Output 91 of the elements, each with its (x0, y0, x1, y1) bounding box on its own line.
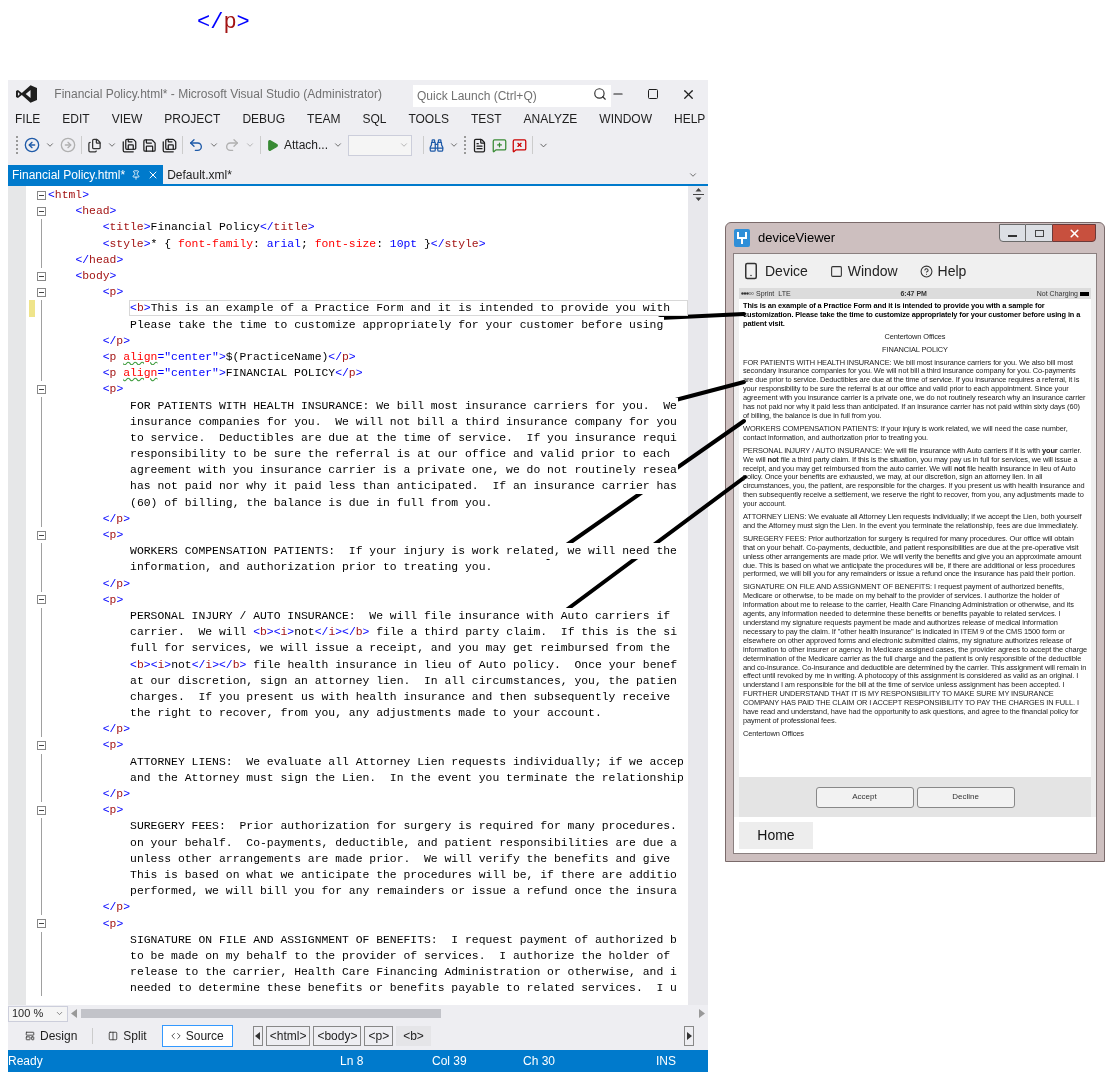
scroll-left-button[interactable] (252, 1026, 263, 1046)
attach-button[interactable]: Attach... (284, 136, 329, 154)
menu-item[interactable]: SQL (362, 110, 387, 128)
dropdown-field[interactable] (348, 134, 413, 156)
play-icon[interactable] (266, 138, 279, 152)
menu-item[interactable]: FILE (15, 110, 41, 128)
layout-icon[interactable] (25, 1031, 35, 1041)
minimize-button[interactable] (999, 224, 1026, 242)
save-icon[interactable] (142, 137, 157, 153)
column-number: Col 39 (432, 1053, 468, 1070)
app-icon (734, 229, 750, 247)
collapse-icon[interactable] (36, 271, 46, 281)
toolbar-grip[interactable] (16, 136, 19, 154)
menu-item[interactable]: TEAM (307, 110, 341, 128)
vertical-scrollbar[interactable] (688, 186, 708, 1005)
menu-item[interactable]: Window (829, 260, 898, 282)
collapse-icon[interactable] (36, 919, 46, 929)
file-tab[interactable]: Financial Policy.html* (8, 165, 164, 184)
breadcrumb-tag[interactable]: <b> (396, 1026, 431, 1046)
code-fragment: </p> (197, 9, 250, 37)
scroll-right-button[interactable] (684, 1026, 694, 1046)
dialog-button[interactable]: Decline (916, 786, 1015, 808)
close-button[interactable] (1052, 224, 1096, 242)
menu-item[interactable]: Help (919, 260, 967, 282)
collapse-icon[interactable] (36, 595, 46, 605)
help-icon[interactable] (919, 264, 933, 278)
caret-icon[interactable] (209, 140, 219, 150)
zoom-dropdown[interactable]: 100 % (8, 1005, 68, 1022)
document-icon[interactable] (472, 137, 488, 153)
code-editor[interactable] (8, 186, 708, 1005)
breadcrumb-tag[interactable]: <p> (364, 1026, 394, 1046)
collapse-icon[interactable] (36, 530, 46, 540)
close-icon (1067, 226, 1081, 240)
caret-icon[interactable] (45, 140, 55, 150)
insert-mode: INS (656, 1053, 676, 1070)
char-number: Ch 30 (523, 1053, 557, 1070)
triangle-left-icon (255, 1032, 261, 1040)
files-icon[interactable] (87, 137, 102, 153)
logo-icon (16, 85, 38, 103)
menu-item[interactable]: DEBUG (242, 110, 286, 128)
menu-item[interactable]: EDIT (62, 110, 90, 128)
line-number: Ln 8 (340, 1053, 365, 1070)
code-icon[interactable] (170, 1031, 181, 1041)
comment-remove-icon[interactable] (512, 137, 528, 153)
square-icon[interactable] (829, 264, 843, 278)
collapse-icon[interactable] (36, 287, 46, 297)
save-all-icon[interactable] (122, 137, 137, 153)
splitter-icon[interactable] (692, 188, 704, 201)
view-button[interactable]: Split (99, 1025, 156, 1047)
battery-icon (1080, 291, 1089, 296)
maximize-button[interactable] (1026, 224, 1052, 242)
save-all-icon[interactable] (162, 137, 177, 153)
collapse-icon[interactable] (36, 206, 46, 216)
columns-icon[interactable] (108, 1031, 119, 1041)
collapse-icon[interactable] (36, 384, 46, 394)
caret-icon[interactable] (55, 1009, 64, 1018)
menu-item[interactable]: TEST (470, 110, 502, 128)
caret-icon[interactable] (333, 140, 344, 150)
status-text: Ready (8, 1053, 44, 1070)
maximize-icon[interactable] (647, 88, 659, 100)
view-button[interactable]: Design (16, 1025, 87, 1047)
window-title: deviceViewer (758, 229, 836, 248)
collapse-icon[interactable] (36, 190, 46, 200)
view-button[interactable]: Source (161, 1025, 233, 1047)
search-icon[interactable] (593, 87, 607, 101)
circle-arrow-left-icon[interactable] (24, 137, 40, 153)
binoculars-icon[interactable] (429, 137, 445, 153)
signal-icon (741, 292, 754, 295)
collapse-icon[interactable] (36, 740, 46, 750)
menu-item[interactable]: ANALYZE (523, 110, 578, 128)
menu-item[interactable]: PROJECT (164, 110, 221, 128)
menu-item[interactable]: HELP (674, 110, 706, 128)
menu-item[interactable]: TOOLS (408, 110, 449, 128)
home-button[interactable]: Home (739, 821, 813, 849)
undo-icon[interactable] (188, 137, 204, 153)
collapse-icon[interactable] (36, 805, 46, 815)
comment-add-icon[interactable] (492, 137, 508, 153)
file-tab[interactable]: Default.xml* (163, 165, 236, 184)
quick-launch-field[interactable]: Quick Launch (Ctrl+Q) (413, 85, 611, 107)
menu-item[interactable]: Device (742, 260, 808, 282)
menu-item[interactable]: VIEW (111, 110, 143, 128)
caret-icon[interactable] (449, 140, 460, 150)
triangle-right-icon (686, 1032, 692, 1040)
phone-icon[interactable] (742, 262, 760, 280)
dialog-button[interactable]: Accept (815, 786, 914, 808)
menu-item[interactable]: WINDOW (599, 110, 652, 128)
breadcrumb-tag[interactable]: <html> (265, 1026, 311, 1046)
window-title: Financial Policy.html* - Microsoft Visual Studio (Administrator) (54, 86, 382, 103)
breadcrumb-tag[interactable]: <body> (313, 1026, 362, 1046)
pin-icon[interactable] (131, 169, 142, 180)
caret-icon[interactable] (107, 140, 117, 150)
